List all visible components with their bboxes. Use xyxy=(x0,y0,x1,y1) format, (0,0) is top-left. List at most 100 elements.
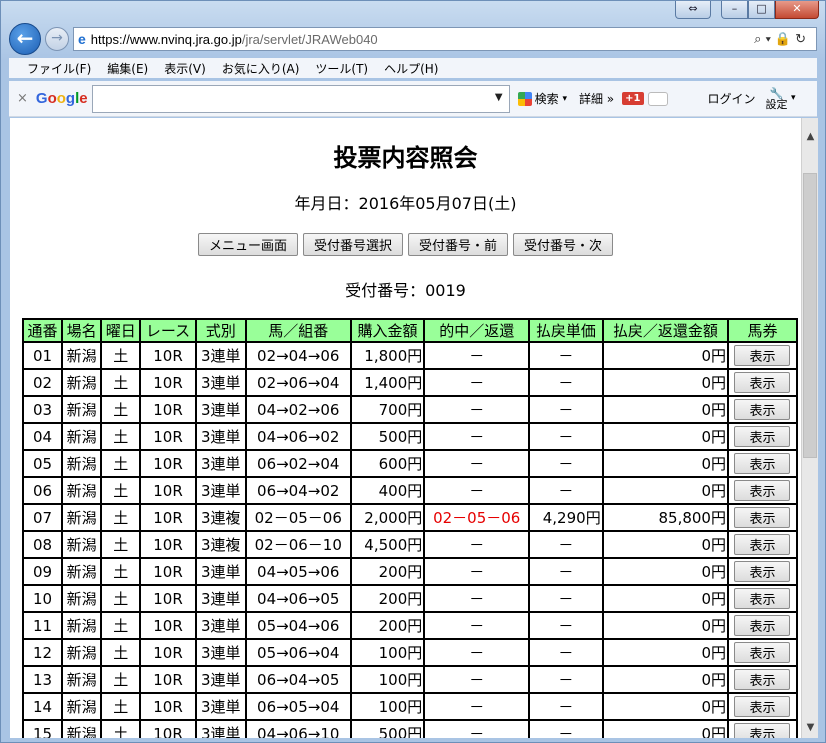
view-ticket-button[interactable]: 表示 xyxy=(734,642,791,663)
cell-number: 07 xyxy=(21,503,64,532)
cell-day: 土 xyxy=(100,503,142,532)
view-ticket-button[interactable]: 表示 xyxy=(734,696,791,717)
column-header: 払戻単価 xyxy=(528,318,604,343)
receipt-select-button[interactable]: 受付番号選択 xyxy=(302,233,403,256)
address-bar[interactable]: e https://www.nvinq.jra.go.jp/jra/servle… xyxy=(73,27,817,51)
cell-hit: － xyxy=(423,395,531,424)
dropdown-icon[interactable]: ▾ xyxy=(765,31,774,46)
navigation-bar: ← → e https://www.nvinq.jra.go.jp/jra/se… xyxy=(9,23,817,55)
cell-hit: － xyxy=(423,557,531,586)
scroll-down-icon[interactable]: ▼ xyxy=(802,719,819,736)
cell-ticket: 表示 xyxy=(726,638,799,667)
cell-venue: 新潟 xyxy=(61,422,103,451)
settings-button[interactable]: 🔧 設定 ▾ xyxy=(766,88,796,110)
table-row: 02 新潟土 10R 3連単 02→06→04 1,400円－－ 0円 表示 xyxy=(21,368,799,397)
cell-day: 土 xyxy=(100,476,142,505)
maximize-icon[interactable]: □ xyxy=(748,1,775,19)
cell-payout: 0円 xyxy=(601,719,729,738)
column-header: 式別 xyxy=(194,318,247,343)
cell-hit: 02－05－06 xyxy=(423,503,531,532)
cell-race: 10R xyxy=(139,638,197,667)
cell-race: 10R xyxy=(139,584,197,613)
view-ticket-button[interactable]: 表示 xyxy=(734,588,791,609)
scroll-up-icon[interactable]: ▲ xyxy=(802,128,819,145)
google-search-button[interactable]: 検索 ▾ xyxy=(517,90,567,107)
menu-file[interactable]: ファイル(F) xyxy=(27,60,91,77)
details-button[interactable]: 詳細 » xyxy=(579,90,614,107)
menu-view[interactable]: 表示(V) xyxy=(164,60,206,77)
menu-help[interactable]: ヘルプ(H) xyxy=(384,60,438,77)
google-search-label: 検索 xyxy=(534,92,559,106)
view-ticket-button[interactable]: 表示 xyxy=(734,399,791,420)
menu-tools[interactable]: ツール(T) xyxy=(315,60,368,77)
cell-number: 11 xyxy=(21,611,64,640)
refresh-icon[interactable]: ↻ xyxy=(795,31,810,46)
view-ticket-button[interactable]: 表示 xyxy=(734,669,791,690)
cell-ticket: 表示 xyxy=(726,557,799,586)
cell-venue: 新潟 xyxy=(61,368,103,397)
cell-bet-type: 3連単 xyxy=(194,449,247,478)
cell-venue: 新潟 xyxy=(61,719,103,738)
cell-number: 05 xyxy=(21,449,64,478)
menu-screen-button[interactable]: メニュー画面 xyxy=(197,233,298,256)
view-ticket-button[interactable]: 表示 xyxy=(734,534,791,555)
view-ticket-button[interactable]: 表示 xyxy=(734,426,791,447)
view-ticket-button[interactable]: 表示 xyxy=(734,345,791,366)
cell-number: 09 xyxy=(21,557,64,586)
close-icon[interactable]: ✕ xyxy=(775,1,819,19)
cell-day: 土 xyxy=(100,341,142,370)
cell-ticket: 表示 xyxy=(726,395,799,424)
close-toolbar-icon[interactable]: × xyxy=(17,91,28,106)
cell-race: 10R xyxy=(139,368,197,397)
cell-amount: 200円 xyxy=(349,611,426,640)
menu-edit[interactable]: 編集(E) xyxy=(107,60,148,77)
view-ticket-button[interactable]: 表示 xyxy=(734,561,791,582)
gplus-button[interactable]: +1 xyxy=(622,91,668,106)
login-link[interactable]: ログイン xyxy=(708,90,756,107)
address-tools[interactable]: ⌕▾🔒↻ xyxy=(754,31,810,47)
cell-amount: 400円 xyxy=(349,476,426,505)
receipt-next-button[interactable]: 受付番号・次 xyxy=(513,233,614,256)
cell-venue: 新潟 xyxy=(61,665,103,694)
view-ticket-button[interactable]: 表示 xyxy=(734,372,791,393)
restore-size-icon[interactable]: ⇔ xyxy=(675,1,711,19)
chevron-down-icon[interactable]: ▼ xyxy=(495,92,503,103)
view-ticket-button[interactable]: 表示 xyxy=(734,723,791,738)
cell-venue: 新潟 xyxy=(61,476,103,505)
lock-icon[interactable]: 🔒 xyxy=(775,31,795,46)
google-search-input[interactable]: ▼ xyxy=(91,84,510,113)
scroll-thumb[interactable] xyxy=(803,173,817,458)
back-arrow-icon[interactable]: ← xyxy=(9,23,41,55)
cell-bet-type: 3連単 xyxy=(194,692,247,721)
cell-ticket: 表示 xyxy=(726,611,799,640)
view-ticket-button[interactable]: 表示 xyxy=(734,453,791,474)
table-row: 13 新潟土 10R 3連単 06→04→05 100円－－ 0円 表示 xyxy=(21,665,799,694)
cell-day: 土 xyxy=(100,719,142,738)
cell-race: 10R xyxy=(139,395,197,424)
cell-unit-payout: － xyxy=(528,476,604,505)
receipt-number: 受付番号：0019 xyxy=(345,281,466,300)
receipt-prev-button[interactable]: 受付番号・前 xyxy=(408,233,509,256)
vertical-scrollbar[interactable]: ▲ ▼ xyxy=(801,118,818,738)
gplus-toggle[interactable] xyxy=(647,91,668,106)
forward-arrow-icon[interactable]: → xyxy=(45,27,69,51)
cell-venue: 新潟 xyxy=(61,638,103,667)
cell-race: 10R xyxy=(139,503,197,532)
cell-amount: 100円 xyxy=(349,638,426,667)
column-header: 購入金額 xyxy=(349,318,426,343)
view-ticket-button[interactable]: 表示 xyxy=(734,480,791,501)
minimize-icon[interactable]: – xyxy=(721,1,748,19)
cell-race: 10R xyxy=(139,476,197,505)
search-icon[interactable]: ⌕ xyxy=(754,31,765,46)
view-ticket-button[interactable]: 表示 xyxy=(734,507,791,528)
cell-combination: 04→02→06 xyxy=(244,395,352,424)
cell-day: 土 xyxy=(100,692,142,721)
cell-venue: 新潟 xyxy=(61,449,103,478)
menu-favorites[interactable]: お気に入り(A) xyxy=(222,60,300,77)
view-ticket-button[interactable]: 表示 xyxy=(734,615,791,636)
table-row: 12 新潟土 10R 3連単 05→06→04 100円－－ 0円 表示 xyxy=(21,638,799,667)
cell-payout: 0円 xyxy=(601,584,729,613)
cell-bet-type: 3連単 xyxy=(194,611,247,640)
cell-combination: 02→04→06 xyxy=(244,341,352,370)
cell-amount: 500円 xyxy=(349,719,426,738)
